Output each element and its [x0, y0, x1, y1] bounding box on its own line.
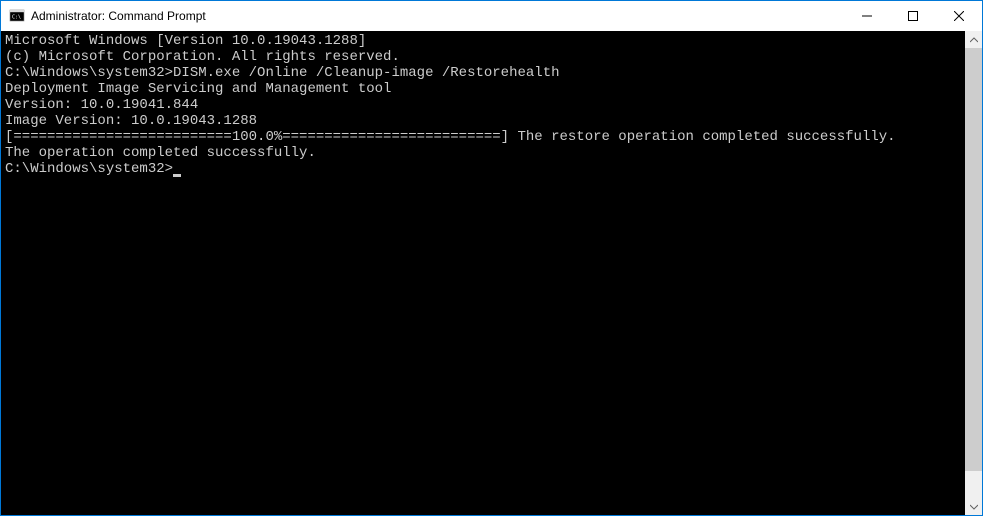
console-area: Microsoft Windows [Version 10.0.19043.12… [1, 31, 982, 515]
close-button[interactable] [936, 1, 982, 31]
minimize-button[interactable] [844, 1, 890, 31]
svg-text:C:\: C:\ [12, 15, 21, 21]
titlebar[interactable]: C:\ Administrator: Command Prompt [1, 1, 982, 31]
console-line: Deployment Image Servicing and Managemen… [5, 81, 965, 97]
console-line: Version: 10.0.19041.844 [5, 97, 965, 113]
minimize-icon [862, 11, 872, 21]
console-output[interactable]: Microsoft Windows [Version 10.0.19043.12… [1, 31, 965, 515]
prompt: C:\Windows\system32> [5, 161, 173, 177]
window-frame: C:\ Administrator: Command Prompt [1, 1, 982, 515]
console-line: The operation completed successfully. [5, 145, 965, 161]
vertical-scrollbar[interactable] [965, 31, 982, 515]
window-title: Administrator: Command Prompt [31, 9, 844, 23]
cmd-icon: C:\ [9, 8, 25, 24]
cursor [173, 174, 181, 177]
console-line: [==========================100.0%=======… [5, 129, 965, 145]
window-controls [844, 1, 982, 31]
scrollbar-track[interactable] [965, 48, 982, 498]
scrollbar-up-button[interactable] [965, 31, 982, 48]
maximize-icon [908, 11, 918, 21]
console-line: (c) Microsoft Corporation. All rights re… [5, 49, 965, 65]
console-line: Image Version: 10.0.19043.1288 [5, 113, 965, 129]
console-line: Microsoft Windows [Version 10.0.19043.12… [5, 33, 965, 49]
close-icon [954, 11, 964, 21]
console-line: C:\Windows\system32>DISM.exe /Online /Cl… [5, 65, 965, 81]
chevron-up-icon [970, 36, 978, 44]
chevron-down-icon [970, 503, 978, 511]
scrollbar-thumb[interactable] [965, 48, 982, 471]
maximize-button[interactable] [890, 1, 936, 31]
scrollbar-down-button[interactable] [965, 498, 982, 515]
